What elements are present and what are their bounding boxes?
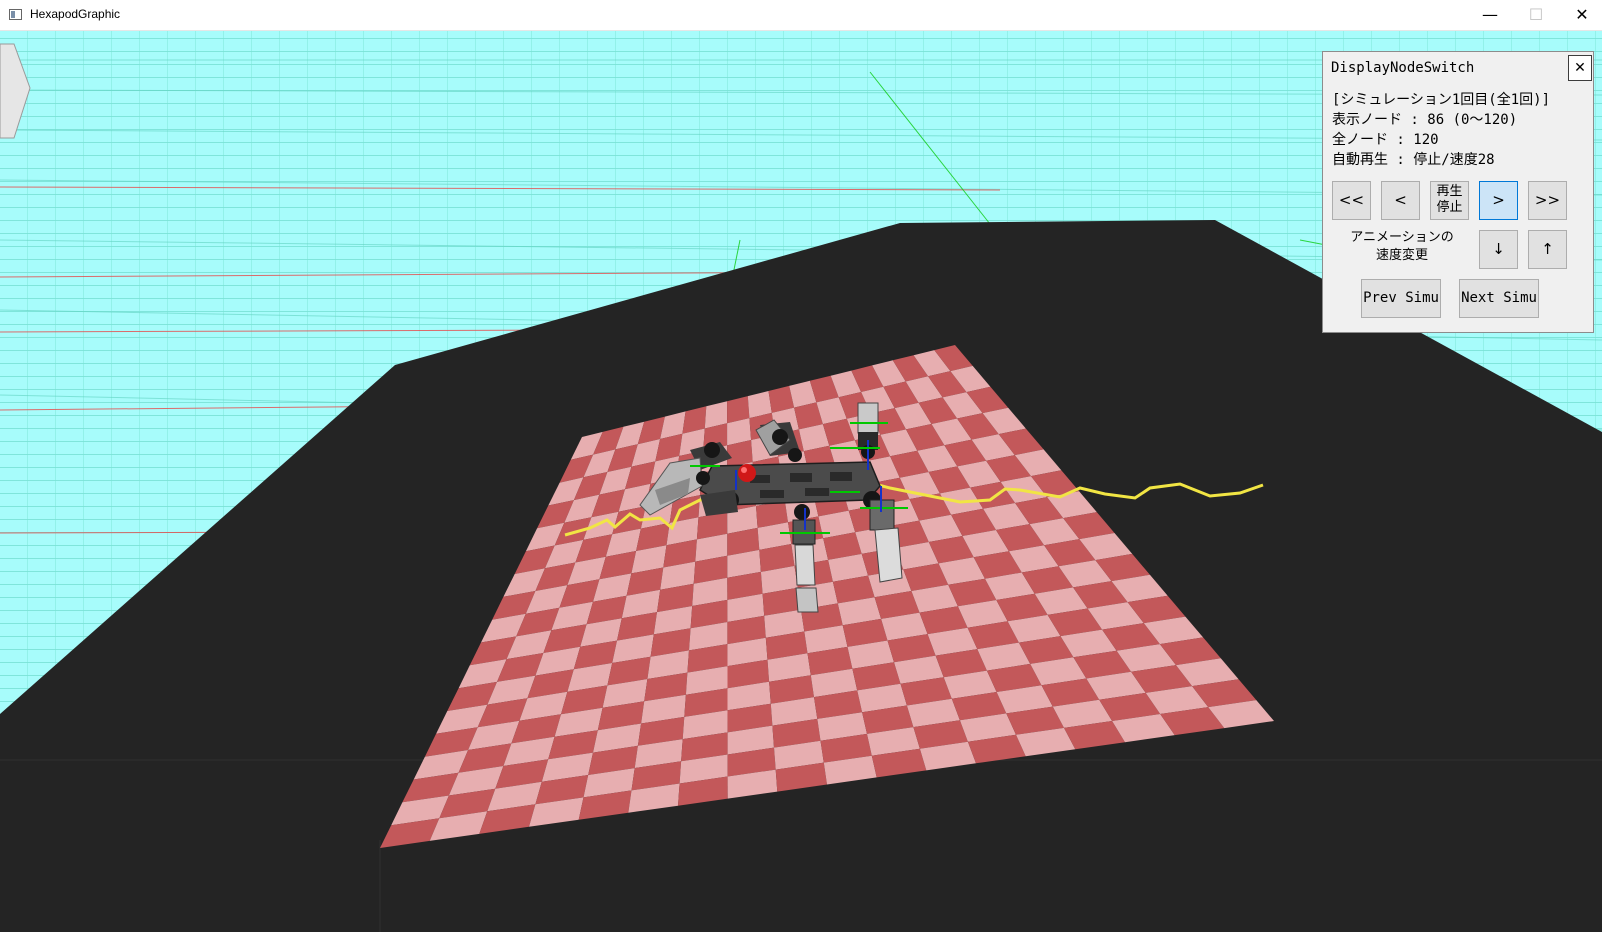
app-icon — [9, 9, 22, 20]
last-node-button[interactable]: >> — [1528, 181, 1567, 220]
simulation-info-text: [シミュレーション1回目(全1回)] — [1332, 92, 1551, 108]
stop-label: 停止 — [1436, 200, 1463, 215]
speed-down-button[interactable]: ↓ — [1479, 230, 1518, 269]
speed-up-button[interactable]: ↑ — [1528, 230, 1567, 269]
minimize-button[interactable]: — — [1467, 0, 1513, 31]
play-label: 再生 — [1436, 184, 1463, 199]
autoplay-status-text: 自動再生 : 停止/速度28 — [1332, 152, 1495, 168]
speed-label-line1: アニメーションの — [1350, 230, 1454, 245]
maximize-button[interactable]: ☐ — [1513, 0, 1559, 31]
next-simu-button[interactable]: Next Simu — [1459, 279, 1539, 318]
display-node-switch-panel: DisplayNodeSwitch ✕ [シミュレーション1回目(全1回)] 表… — [1322, 51, 1594, 333]
window-titlebar: HexapodGraphic — ☐ ✕ — [0, 0, 1602, 31]
body-center-marker — [738, 464, 756, 482]
animation-speed-label: アニメーションの 速度変更 — [1331, 229, 1473, 265]
panel-close-button[interactable]: ✕ — [1568, 55, 1592, 81]
display-node-text: 表示ノード : 86 (0〜120) — [1332, 112, 1518, 128]
speed-label-line2: 速度変更 — [1375, 248, 1428, 263]
next-node-button[interactable]: > — [1479, 181, 1518, 220]
prev-simu-button[interactable]: Prev Simu — [1361, 279, 1441, 318]
first-node-button[interactable]: << — [1332, 181, 1371, 220]
total-node-text: 全ノード : 120 — [1332, 132, 1439, 148]
panel-title: DisplayNodeSwitch — [1331, 60, 1475, 76]
prev-node-button[interactable]: < — [1381, 181, 1420, 220]
close-button[interactable]: ✕ — [1559, 0, 1602, 31]
play-stop-button[interactable]: 再生 停止 — [1430, 181, 1469, 220]
window-title: HexapodGraphic — [30, 7, 121, 21]
